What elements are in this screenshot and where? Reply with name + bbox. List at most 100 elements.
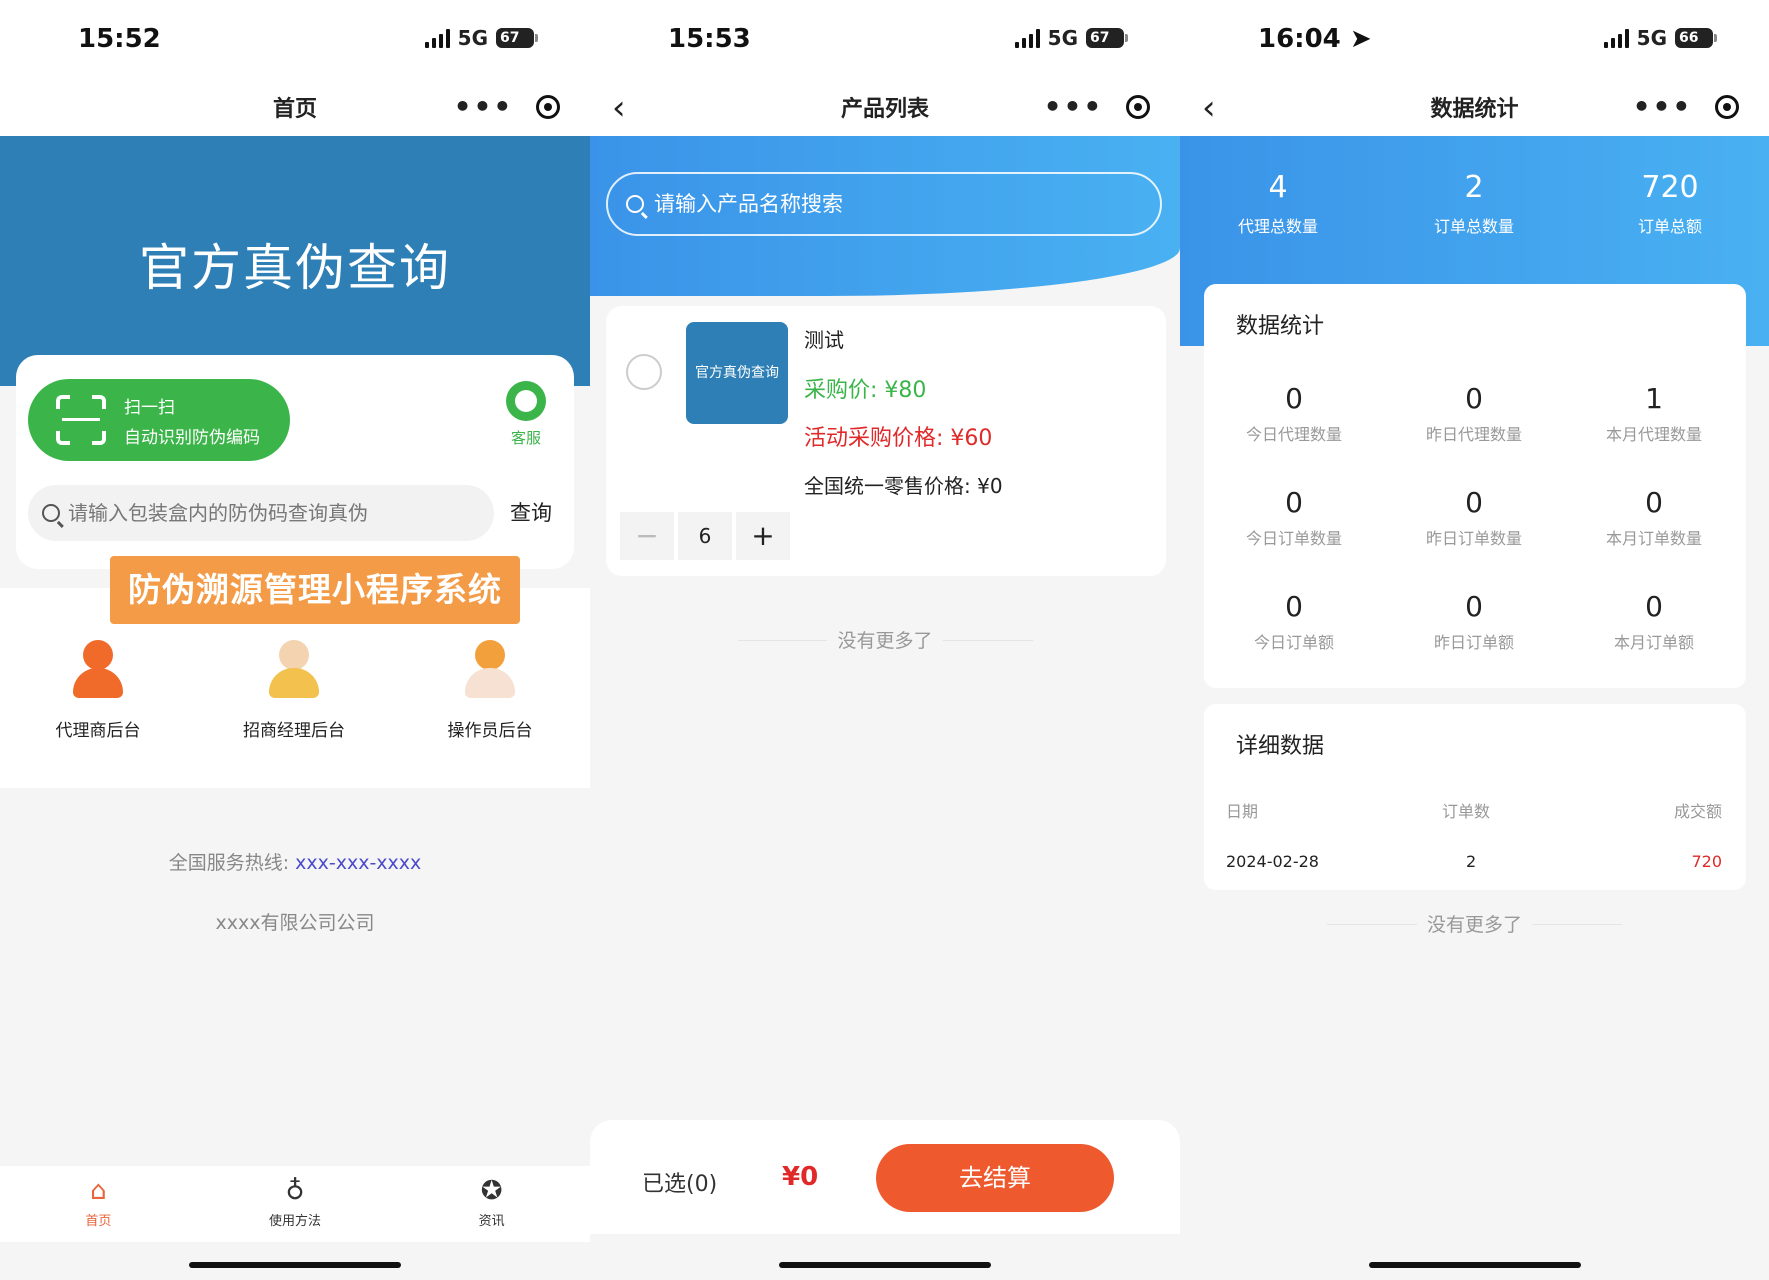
- product-name: 测试: [804, 328, 844, 352]
- summary-value: 2: [1464, 170, 1484, 205]
- purchase-price: 采购价: ¥80: [804, 378, 927, 403]
- product-search-input[interactable]: [654, 192, 1134, 216]
- summary-value: 4: [1268, 170, 1288, 205]
- detail-title: 详细数据: [1236, 734, 1325, 759]
- table-header-orders: 订单数: [1442, 802, 1491, 821]
- scan-icon: [56, 395, 106, 445]
- battery-icon: 67: [496, 28, 538, 48]
- nav-bar: ‹ 数据统计 •••: [1180, 78, 1769, 136]
- manager-avatar-icon: [264, 640, 324, 700]
- no-more-text: 没有更多了: [590, 626, 1180, 653]
- no-more-label: 没有更多了: [827, 630, 943, 652]
- stat-cell: 0 今日代理数量: [1204, 382, 1384, 445]
- status-bar: 15:53 5G 67: [590, 0, 1180, 78]
- status-indicators: 5G 66: [1603, 26, 1717, 50]
- status-bar: 15:52 5G 67: [0, 0, 590, 78]
- summary-label: 订单总额: [1637, 217, 1702, 236]
- close-target-icon[interactable]: [536, 95, 561, 119]
- stat-label: 昨日订单额: [1433, 633, 1514, 652]
- headset-icon: [506, 381, 546, 421]
- tab-home[interactable]: ⌂ 首页: [0, 1166, 197, 1242]
- stat-value: 0: [1645, 590, 1663, 623]
- hotline-label: 全国服务热线:: [168, 852, 290, 874]
- role-label: 操作员后台: [447, 721, 533, 741]
- close-target-icon[interactable]: [1126, 95, 1151, 119]
- status-time: 16:04 ➤: [1258, 24, 1372, 54]
- summary-orders: 2 订单总数量: [1376, 170, 1572, 237]
- status-indicators: 5G 67: [1014, 26, 1128, 50]
- stat-label: 今日代理数量: [1245, 425, 1342, 444]
- stat-cell: 0 本月订单数量: [1564, 486, 1744, 549]
- stat-value: 0: [1285, 590, 1303, 623]
- quantity-value[interactable]: 6: [678, 512, 732, 560]
- checkout-bar: 已选(0) ¥0 去结算: [590, 1120, 1180, 1234]
- tab-news[interactable]: ✪ 资讯: [393, 1166, 590, 1242]
- product-card: 官方真伪查询 测试 采购价: ¥80 活动采购价格: ¥60 全国统一零售价格:…: [606, 306, 1166, 576]
- stat-value: 0: [1285, 486, 1303, 519]
- status-time: 15:53: [668, 24, 751, 54]
- table-header-date: 日期: [1226, 802, 1259, 821]
- role-operator[interactable]: 操作员后台: [410, 640, 570, 741]
- more-icon[interactable]: •••: [1633, 93, 1693, 121]
- quantity-stepper: − 6 +: [620, 512, 790, 560]
- battery-icon: 66: [1675, 28, 1717, 48]
- role-manager[interactable]: 招商经理后台: [214, 640, 374, 741]
- back-icon[interactable]: ‹: [612, 88, 626, 128]
- signal-icon: [1014, 28, 1040, 48]
- close-target-icon[interactable]: [1715, 95, 1740, 119]
- scan-title: 扫一扫: [124, 398, 175, 418]
- time-value: 16:04: [1258, 24, 1341, 54]
- summary-label: 订单总数量: [1433, 217, 1514, 236]
- summary-label: 代理总数量: [1237, 217, 1318, 236]
- back-icon[interactable]: ‹: [1202, 88, 1216, 128]
- home-indicator: [779, 1262, 991, 1268]
- customer-service-label: 客服: [510, 429, 541, 447]
- decrement-button[interactable]: −: [620, 512, 674, 560]
- customer-service-button[interactable]: 客服: [506, 381, 546, 448]
- stat-value: 0: [1465, 382, 1483, 415]
- hero-banner: 官方真伪查询: [0, 136, 590, 386]
- code-search-input[interactable]: [68, 501, 468, 525]
- tab-label: 首页: [85, 1214, 112, 1229]
- hotline-number[interactable]: xxx-xxx-xxxx: [295, 852, 421, 874]
- stats-screen: 16:04 ➤ 5G 66 ‹ 数据统计 ••• 4 代理总数量 2 订单总数量 7…: [1180, 0, 1769, 1280]
- table-cell-orders: 2: [1466, 852, 1477, 871]
- stat-cell: 0 昨日代理数量: [1384, 382, 1564, 445]
- network-label: 5G: [1636, 26, 1667, 50]
- retail-price: 全国统一零售价格: ¥0: [804, 474, 1003, 498]
- status-indicators: 5G 67: [424, 26, 538, 50]
- stat-cell: 0 本月订单额: [1564, 590, 1744, 653]
- scan-button[interactable]: 扫一扫 自动识别防伪编码: [28, 379, 290, 461]
- location-arrow-icon: ➤: [1349, 24, 1372, 54]
- stat-label: 今日订单额: [1253, 633, 1334, 652]
- product-select-radio[interactable]: [626, 354, 662, 390]
- product-list-screen: 15:53 5G 67 ‹ 产品列表 ••• 官方真伪查询 测试 采购价: ¥8…: [590, 0, 1180, 1280]
- increment-button[interactable]: +: [736, 512, 790, 560]
- stat-value: 0: [1645, 486, 1663, 519]
- bulb-icon: ♁: [285, 1176, 305, 1206]
- stat-value: 0: [1285, 382, 1303, 415]
- page-title: 产品列表: [840, 97, 929, 122]
- signal-icon: [1603, 28, 1629, 48]
- tab-usage[interactable]: ♁ 使用方法: [197, 1166, 394, 1242]
- home-screen: 15:52 5G 67 首页 ••• 官方真伪查询 扫一扫 自动识别防伪编码 客…: [0, 0, 590, 1280]
- query-button[interactable]: 查询: [510, 497, 552, 527]
- checkout-button[interactable]: 去结算: [876, 1144, 1114, 1212]
- table-cell-amount: 720: [1691, 852, 1722, 871]
- summary-amount: 720 订单总额: [1572, 170, 1768, 237]
- stat-value: 0: [1465, 486, 1483, 519]
- summary-value: 720: [1641, 170, 1699, 205]
- no-more-text: 没有更多了: [1180, 910, 1769, 937]
- page-title: 首页: [272, 97, 317, 122]
- stat-label: 本月代理数量: [1605, 425, 1702, 444]
- role-agent[interactable]: 代理商后台: [18, 640, 178, 741]
- more-icon[interactable]: •••: [1044, 93, 1104, 121]
- stat-label: 昨日代理数量: [1425, 425, 1522, 444]
- screenshot-collage: 15:52 5G 67 首页 ••• 官方真伪查询 扫一扫 自动识别防伪编码 客…: [0, 0, 1769, 1280]
- more-icon[interactable]: •••: [454, 93, 514, 121]
- home-icon: ⌂: [90, 1176, 107, 1206]
- stats-title: 数据统计: [1236, 314, 1325, 339]
- home-indicator: [1368, 1262, 1581, 1268]
- page-title: 数据统计: [1430, 97, 1519, 122]
- scan-subtitle: 自动识别防伪编码: [124, 428, 260, 448]
